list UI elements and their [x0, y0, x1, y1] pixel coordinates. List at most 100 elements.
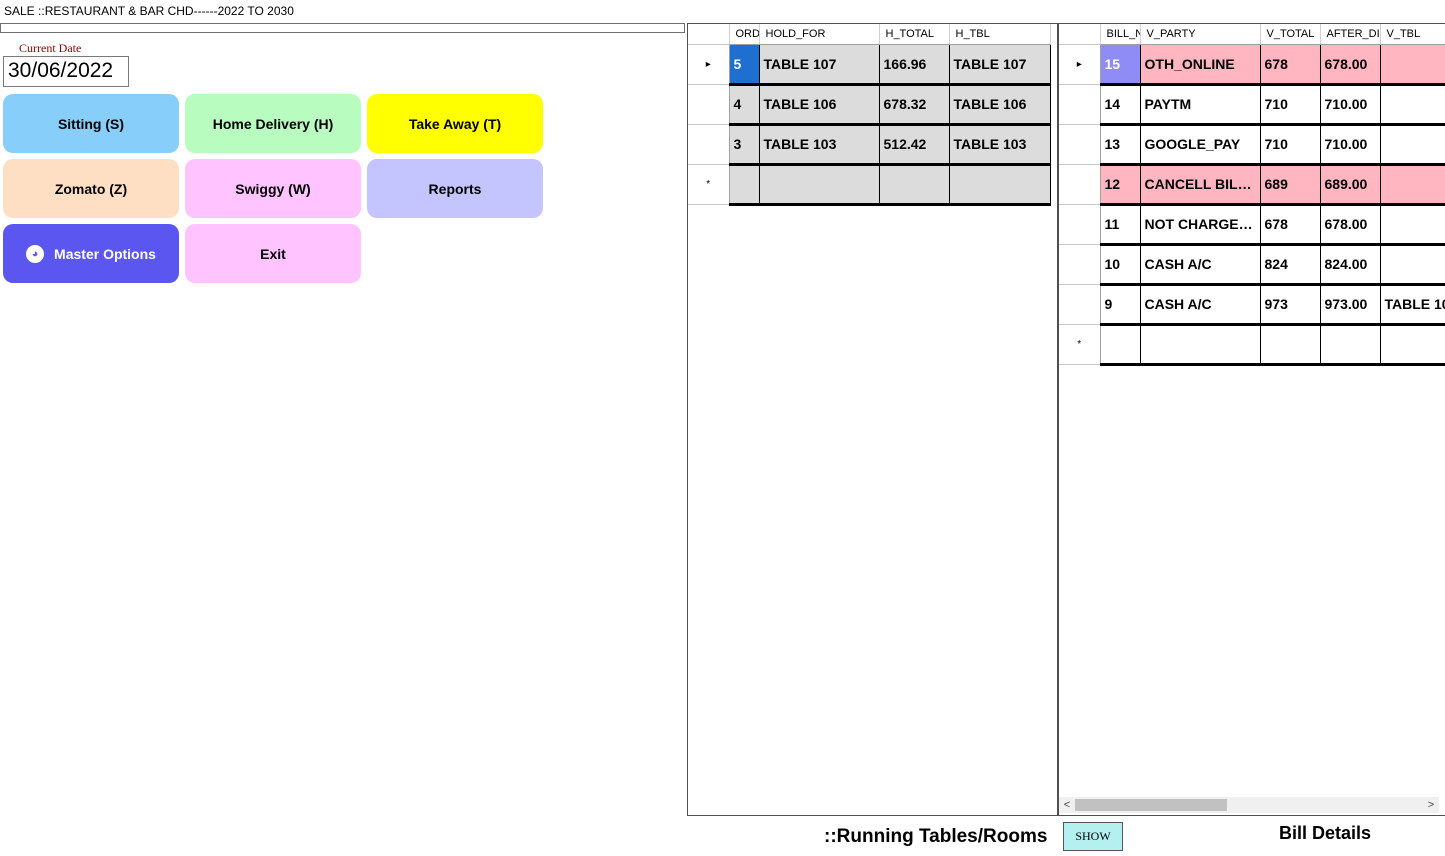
cell-bill-no[interactable]: 14: [1100, 84, 1141, 126]
cell-after-di[interactable]: 710.00: [1320, 84, 1381, 126]
cell-after-di[interactable]: 973.00: [1320, 284, 1381, 326]
row-header[interactable]: [1059, 204, 1101, 245]
cell-v-total[interactable]: 678: [1260, 44, 1321, 86]
cell-v-party[interactable]: PAYTM: [1140, 84, 1261, 126]
cell-v-tbl[interactable]: [1380, 44, 1445, 86]
table-row[interactable]: ▸ 15 OTH_ONLINE 678 678.00: [1059, 44, 1445, 86]
cell-empty[interactable]: [729, 164, 760, 206]
row-header[interactable]: [1059, 84, 1101, 125]
row-header[interactable]: [1059, 244, 1101, 285]
row-header[interactable]: [688, 124, 730, 165]
cell-h-total[interactable]: 678.32: [879, 84, 950, 126]
new-row-marker-icon[interactable]: *: [688, 164, 730, 205]
cell-h-tbl[interactable]: TABLE 106: [949, 84, 1051, 126]
cell-h-total[interactable]: 166.96: [879, 44, 950, 86]
cell-v-party[interactable]: GOOGLE_PAY: [1140, 124, 1261, 166]
table-row[interactable]: ▸ 5 TABLE 107 166.96 TABLE 107: [688, 44, 1051, 86]
cell-v-total[interactable]: 689: [1260, 164, 1321, 206]
scroll-left-arrow-icon[interactable]: <: [1059, 797, 1075, 813]
bill-details-grid[interactable]: BILL_NO V_PARTY V_TOTAL AFTER_DI V_TBL ▸…: [1058, 23, 1445, 816]
cell-v-party[interactable]: NOT CHARGEA...: [1140, 204, 1261, 246]
scroll-right-arrow-icon[interactable]: >: [1423, 797, 1439, 813]
column-header-v-party[interactable]: V_PARTY: [1140, 24, 1261, 45]
cell-after-di[interactable]: 710.00: [1320, 124, 1381, 166]
zomato-button[interactable]: Zomato (Z): [3, 159, 179, 218]
cell-v-tbl[interactable]: [1380, 244, 1445, 286]
row-header[interactable]: [1059, 124, 1101, 165]
table-row[interactable]: 14 PAYTM 710 710.00: [1059, 84, 1445, 126]
table-row[interactable]: 13 GOOGLE_PAY 710 710.00: [1059, 124, 1445, 166]
row-header[interactable]: [1059, 284, 1101, 325]
cell-hold-for[interactable]: TABLE 107: [759, 44, 880, 86]
cell-v-total[interactable]: 973: [1260, 284, 1321, 326]
home-delivery-button[interactable]: Home Delivery (H): [185, 94, 361, 153]
cell-empty[interactable]: [949, 164, 1051, 206]
table-row[interactable]: 11 NOT CHARGEA... 678 678.00: [1059, 204, 1445, 246]
column-header-ord[interactable]: ORD: [729, 24, 760, 45]
cell-v-total[interactable]: 710: [1260, 84, 1321, 126]
cell-v-party[interactable]: CASH A/C: [1140, 244, 1261, 286]
column-header-v-tbl[interactable]: V_TBL: [1380, 24, 1445, 45]
reports-button[interactable]: Reports: [367, 159, 543, 218]
cell-v-party[interactable]: OTH_ONLINE: [1140, 44, 1261, 86]
cell-hold-for[interactable]: TABLE 103: [759, 124, 880, 166]
cell-bill-no[interactable]: 15: [1100, 44, 1141, 86]
column-header-hold-for[interactable]: HOLD_FOR: [759, 24, 880, 45]
new-row[interactable]: *: [1059, 324, 1445, 366]
cell-h-tbl[interactable]: TABLE 103: [949, 124, 1051, 166]
take-away-button[interactable]: Take Away (T): [367, 94, 543, 153]
cell-ord[interactable]: 3: [729, 124, 760, 166]
cell-v-total[interactable]: 824: [1260, 244, 1321, 286]
new-row-marker-icon[interactable]: *: [1059, 324, 1101, 365]
cell-v-total[interactable]: 710: [1260, 124, 1321, 166]
row-header[interactable]: [1059, 164, 1101, 205]
cell-after-di[interactable]: 678.00: [1320, 44, 1381, 86]
cell-empty[interactable]: [1320, 324, 1381, 366]
master-options-button[interactable]: ◕ Master Options: [3, 224, 179, 283]
cell-bill-no[interactable]: 9: [1100, 284, 1141, 326]
cell-v-party[interactable]: CASH A/C: [1140, 284, 1261, 326]
table-row[interactable]: 3 TABLE 103 512.42 TABLE 103: [688, 124, 1051, 166]
column-header-v-total[interactable]: V_TOTAL: [1260, 24, 1321, 45]
column-header-bill-no[interactable]: BILL_NO: [1100, 24, 1141, 45]
cell-ord[interactable]: 4: [729, 84, 760, 126]
swiggy-button[interactable]: Swiggy (W): [185, 159, 361, 218]
cell-bill-no[interactable]: 10: [1100, 244, 1141, 286]
table-row[interactable]: 12 CANCELL BILL ... 689 689.00: [1059, 164, 1445, 206]
cell-hold-for[interactable]: TABLE 106: [759, 84, 880, 126]
sitting-button[interactable]: Sitting (S): [3, 94, 179, 153]
cell-empty[interactable]: [759, 164, 880, 206]
exit-button[interactable]: Exit: [185, 224, 361, 283]
cell-after-di[interactable]: 689.00: [1320, 164, 1381, 206]
cell-v-tbl[interactable]: [1380, 164, 1445, 206]
column-header-h-tbl[interactable]: H_TBL: [949, 24, 1051, 45]
current-row-marker-icon[interactable]: ▸: [1059, 44, 1101, 85]
row-header[interactable]: [688, 84, 730, 125]
cell-v-tbl[interactable]: [1380, 124, 1445, 166]
cell-v-total[interactable]: 678: [1260, 204, 1321, 246]
cell-empty[interactable]: [1140, 324, 1261, 366]
cell-v-tbl[interactable]: [1380, 204, 1445, 246]
cell-v-party[interactable]: CANCELL BILL ...: [1140, 164, 1261, 206]
cell-v-tbl[interactable]: [1380, 84, 1445, 126]
column-header-h-total[interactable]: H_TOTAL: [879, 24, 950, 45]
cell-after-di[interactable]: 678.00: [1320, 204, 1381, 246]
current-date-field[interactable]: 30/06/2022: [3, 56, 129, 87]
cell-bill-no[interactable]: 13: [1100, 124, 1141, 166]
cell-empty[interactable]: [1100, 324, 1141, 366]
table-row[interactable]: 9 CASH A/C 973 973.00 TABLE 10: [1059, 284, 1445, 326]
table-row[interactable]: 10 CASH A/C 824 824.00: [1059, 244, 1445, 286]
cell-bill-no[interactable]: 11: [1100, 204, 1141, 246]
running-tables-grid[interactable]: ORD HOLD_FOR H_TOTAL H_TBL ▸ 5 TABLE 107…: [687, 23, 1058, 816]
cell-empty[interactable]: [1260, 324, 1321, 366]
cell-h-tbl[interactable]: TABLE 107: [949, 44, 1051, 86]
cell-v-tbl[interactable]: TABLE 10: [1380, 284, 1445, 326]
scrollbar-thumb[interactable]: [1075, 799, 1227, 811]
show-button[interactable]: SHOW: [1063, 822, 1123, 851]
current-row-marker-icon[interactable]: ▸: [688, 44, 730, 85]
bill-grid-horizontal-scrollbar[interactable]: < >: [1059, 797, 1439, 813]
cell-empty[interactable]: [1380, 324, 1445, 366]
cell-ord[interactable]: 5: [729, 44, 760, 86]
cell-h-total[interactable]: 512.42: [879, 124, 950, 166]
new-row[interactable]: *: [688, 164, 1051, 206]
